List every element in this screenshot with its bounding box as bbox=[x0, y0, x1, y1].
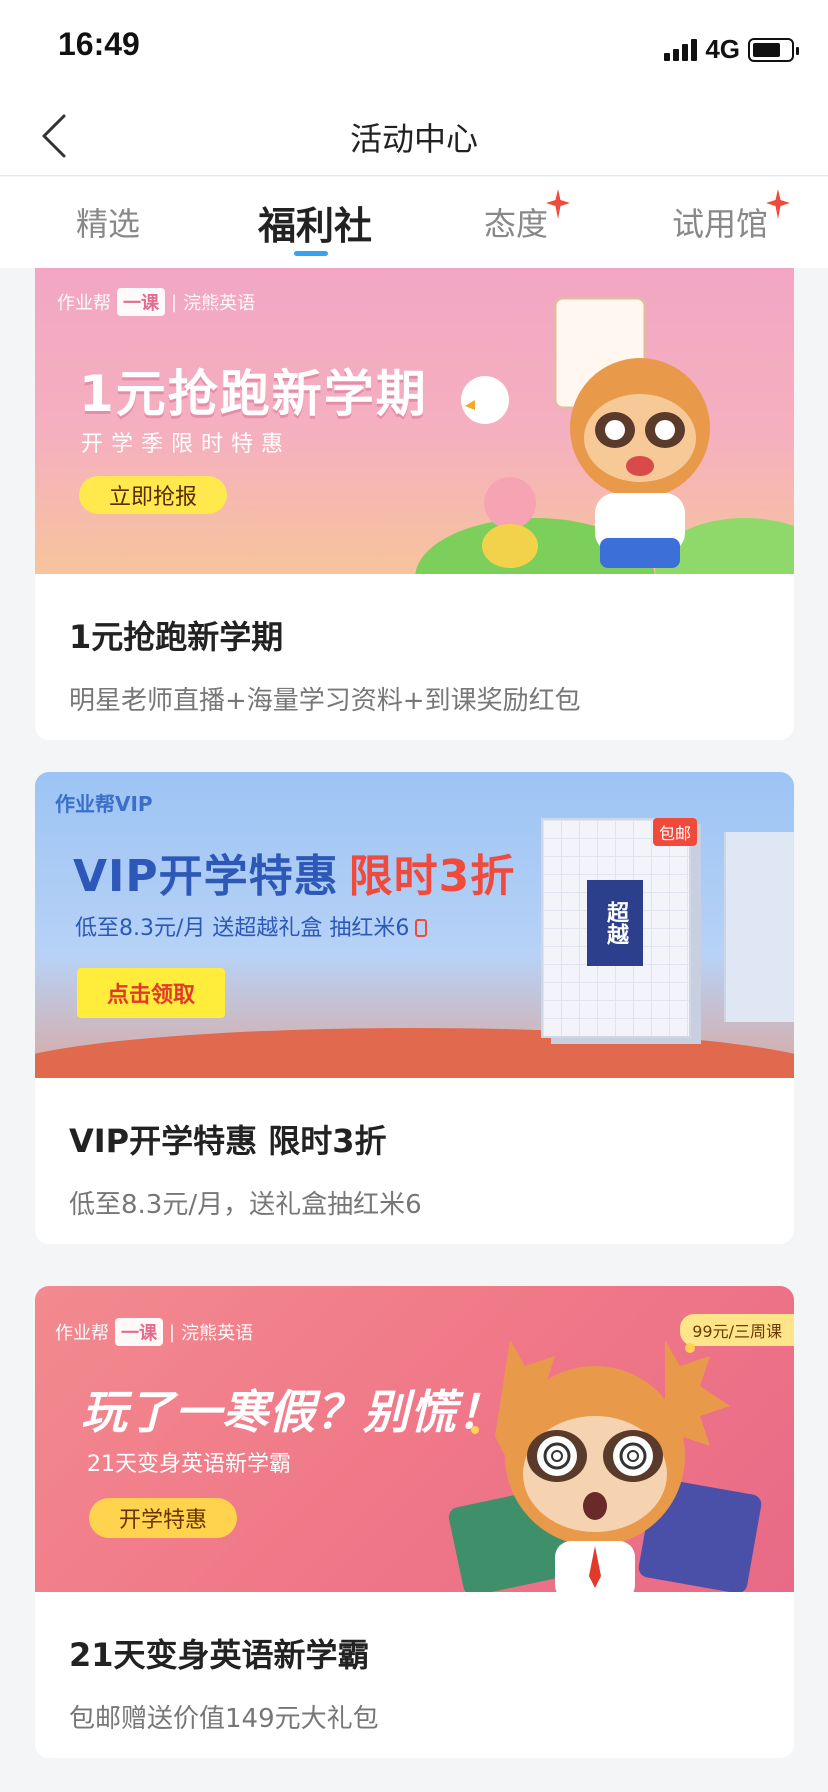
status-indicators: 4G bbox=[664, 34, 799, 65]
battery-icon bbox=[748, 37, 799, 62]
brand-name: 作业帮 bbox=[57, 293, 111, 314]
tab-jingxuan[interactable]: 精选 bbox=[76, 199, 140, 245]
brand-name: 作业帮 bbox=[55, 1323, 109, 1344]
network-type: 4G bbox=[705, 34, 740, 64]
status-bar: 16:49 4G bbox=[0, 0, 828, 96]
free-shipping-tag: 包邮 bbox=[652, 818, 697, 846]
card-banner[interactable]: 作业帮 一课 | 浣熊英语 1元抢跑新学期 开学季限时特惠 立即抢报 bbox=[35, 268, 794, 574]
raccoon-mascot-illustration bbox=[415, 296, 794, 574]
brand-logo: 作业帮VIP bbox=[55, 792, 153, 816]
activity-card[interactable]: 作业帮VIP VIP开学特惠 限时3折 低至8.3元/月 送超越礼盒 抽红米6 点… bbox=[35, 772, 794, 1244]
signal-icon bbox=[664, 38, 698, 61]
card-description: 明星老师直播+海量学习资料+到课奖励红包 bbox=[69, 686, 581, 716]
banner-subline: 21天变身英语新学霸 bbox=[87, 1452, 291, 1477]
tab-label: 福利社 bbox=[258, 204, 373, 248]
sparkle-badge-icon bbox=[766, 189, 790, 219]
brand-logo: 作业帮 一课 | 浣熊英语 bbox=[55, 1318, 253, 1346]
gift-box-label: 超越 bbox=[587, 880, 643, 966]
card-banner[interactable]: 作业帮 一课 | 浣熊英语 99元/三周课 玩了一寒假？别慌！ 21天变身英语新… bbox=[35, 1286, 794, 1592]
tab-bar: 精选 福利社 态度 试用馆 bbox=[0, 177, 828, 268]
card-description: 低至8.3元/月，送礼盒抽红米6 bbox=[69, 1190, 422, 1220]
tab-label: 精选 bbox=[76, 205, 141, 243]
activity-card[interactable]: 作业帮 一课 | 浣熊英语 99元/三周课 玩了一寒假？别慌！ 21天变身英语新… bbox=[35, 1286, 794, 1758]
banner-headline: VIP开学特惠 限时3折 bbox=[73, 840, 515, 904]
card-title: 1元抢跑新学期 bbox=[69, 618, 284, 656]
gift-box-illustration: 超越 包邮 bbox=[541, 818, 697, 1038]
activity-list[interactable]: 作业帮 一课 | 浣熊英语 1元抢跑新学期 开学季限时特惠 立即抢报 1元抢跑新… bbox=[0, 268, 828, 1792]
banner-headline: 1元抢跑新学期 bbox=[79, 365, 428, 423]
claim-button[interactable]: 点击领取 bbox=[77, 968, 225, 1018]
brand-name-secondary: 浣熊英语 bbox=[183, 293, 256, 314]
card-description: 包邮赠送价值149元大礼包 bbox=[69, 1704, 379, 1734]
banner-headline: 玩了一寒假？别慌！ bbox=[81, 1385, 504, 1439]
tab-taidu[interactable]: 态度 bbox=[484, 199, 548, 245]
tab-fulishe[interactable]: 福利社 bbox=[258, 195, 372, 250]
phone-icon bbox=[415, 919, 428, 937]
card-title: 21天变身英语新学霸 bbox=[69, 1636, 370, 1674]
activity-card[interactable]: 作业帮 一课 | 浣熊英语 1元抢跑新学期 开学季限时特惠 立即抢报 1元抢跑新… bbox=[35, 268, 794, 740]
tab-label: 态度 bbox=[484, 205, 549, 243]
card-banner[interactable]: 作业帮VIP VIP开学特惠 限时3折 低至8.3元/月 送超越礼盒 抽红米6 点… bbox=[35, 772, 794, 1078]
tab-label: 试用馆 bbox=[672, 205, 769, 243]
page-title: 活动中心 bbox=[349, 120, 478, 158]
status-time: 16:49 bbox=[58, 26, 140, 62]
banner-subline: 低至8.3元/月 送超越礼盒 抽红米6 bbox=[75, 910, 428, 942]
brand-pill: 一课 bbox=[115, 1318, 163, 1346]
back-to-school-offer-button[interactable]: 开学特惠 bbox=[89, 1498, 237, 1538]
card-body: VIP开学特惠 限时3折 低至8.3元/月，送礼盒抽红米6 bbox=[35, 1078, 794, 1244]
card-body: 1元抢跑新学期 明星老师直播+海量学习资料+到课奖励红包 bbox=[35, 574, 794, 740]
brand-logo: 作业帮 一课 | 浣熊英语 bbox=[57, 288, 255, 316]
register-now-button[interactable]: 立即抢报 bbox=[79, 476, 227, 514]
card-body: 21天变身英语新学霸 包邮赠送价值149元大礼包 bbox=[35, 1592, 794, 1758]
sparkle-badge-icon bbox=[546, 189, 570, 219]
headline-discount: 限时3折 bbox=[348, 851, 516, 902]
subline-text: 低至8.3元/月 送超越礼盒 抽红米6 bbox=[75, 916, 410, 941]
tab-shiyongguan[interactable]: 试用馆 bbox=[672, 199, 768, 245]
card-title: VIP开学特惠 限时3折 bbox=[69, 1122, 387, 1160]
brand-pill: 一课 bbox=[117, 288, 165, 316]
headline-primary: VIP开学特惠 bbox=[73, 851, 339, 902]
active-tab-indicator bbox=[294, 251, 328, 256]
nav-bar: 活动中心 bbox=[0, 96, 828, 176]
brand-name-secondary: 浣熊英语 bbox=[181, 1323, 254, 1344]
dizzy-raccoon-illustration bbox=[448, 1340, 762, 1592]
building-illustration bbox=[724, 832, 794, 1022]
banner-subline: 开学季限时特惠 bbox=[81, 432, 292, 457]
